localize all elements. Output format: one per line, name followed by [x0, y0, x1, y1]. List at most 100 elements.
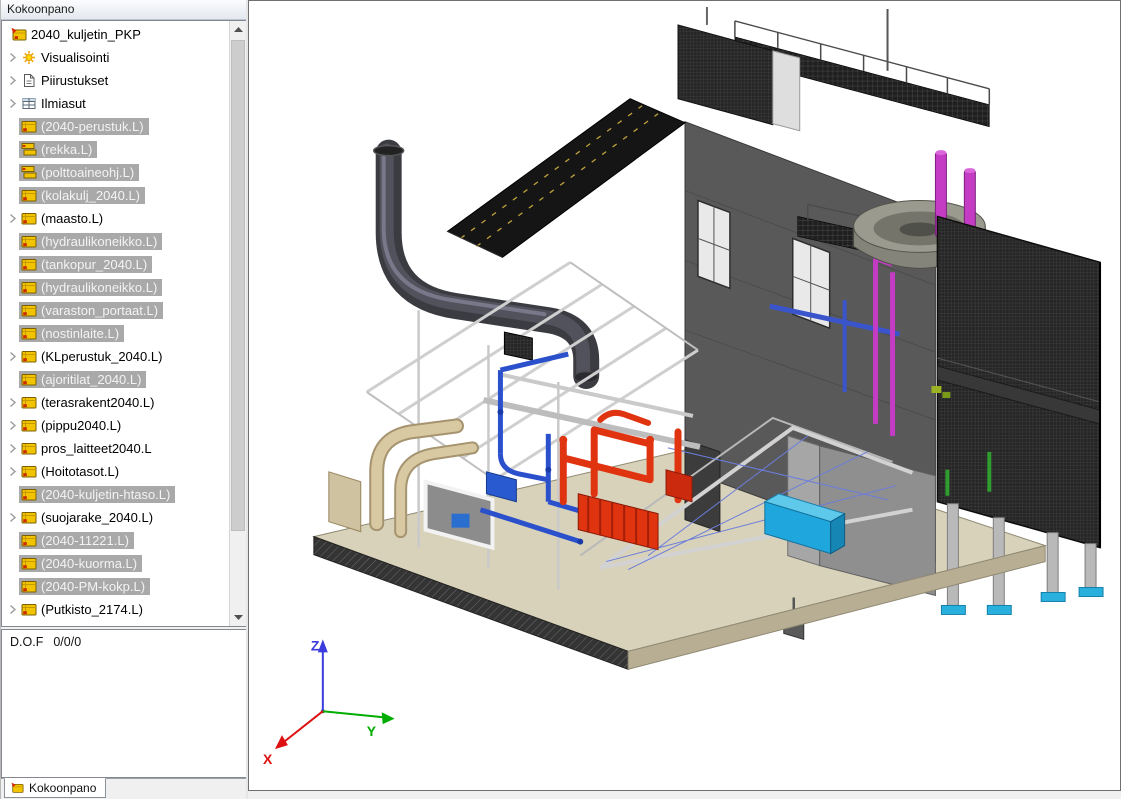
arrow-down-icon	[234, 615, 243, 620]
tree-item[interactable]: (rekka.L)	[2, 138, 229, 161]
tree-item-label: (Putkisto_2174.L)	[41, 602, 143, 617]
axis-y	[323, 711, 383, 717]
axis-x-label: X	[263, 751, 273, 767]
expand-arrow-icon[interactable]	[8, 351, 18, 362]
panel-title: Kokoonpano	[1, 0, 247, 20]
assembly-panel: Kokoonpano 2040_kuljetin_PKP Visualisoin…	[0, 0, 246, 799]
expand-arrow-icon[interactable]	[8, 75, 18, 86]
assembly-icon	[21, 533, 37, 548]
tree-item[interactable]: Piirustukset	[2, 69, 229, 92]
tree-root-item[interactable]: 2040_kuljetin_PKP	[2, 23, 229, 46]
tree-item-label: (hydraulikoneikko.L)	[41, 280, 157, 295]
tree-item[interactable]: (Putkisto_2174.L)	[2, 598, 229, 621]
tree-item[interactable]: Ilmiasut	[2, 92, 229, 115]
assembly-tab-icon	[11, 782, 24, 794]
tree-item[interactable]: (varaston_portaat.L)	[2, 299, 229, 322]
tree-item[interactable]: (kolakulj_2040.L)	[2, 184, 229, 207]
tree-item[interactable]: (2040-PM-kokp.L)	[2, 575, 229, 598]
tree-item-label: (2040-kuorma.L)	[41, 556, 137, 571]
assembly-multi-icon	[21, 165, 37, 180]
tree-item[interactable]: (hydraulikoneikko.L)	[2, 276, 229, 299]
assembly-icon	[21, 556, 37, 571]
drawings-icon	[21, 73, 37, 88]
tree-item-label: (polttoaineohj.L)	[41, 165, 134, 180]
tree-item-label: (KLperustuk_2040.L)	[41, 349, 162, 364]
tree-item[interactable]: (hydraulikoneikko.L)	[2, 230, 229, 253]
expand-arrow-icon[interactable]	[8, 98, 18, 109]
expand-arrow-icon[interactable]	[8, 420, 18, 431]
assembly-icon	[21, 487, 37, 502]
tree-item-label: Piirustukset	[41, 73, 108, 88]
tree-item-label: (rekka.L)	[41, 142, 92, 157]
tree-item[interactable]: (Hoitotasot.L)	[2, 460, 229, 483]
axis-y-label: Y	[367, 723, 377, 739]
axis-triad: Z Y X	[263, 637, 395, 767]
tree-item[interactable]: (terasrakent2040.L)	[2, 391, 229, 414]
3d-scene: Z Y X	[249, 1, 1120, 790]
axis-x	[285, 711, 323, 741]
tree-item[interactable]: (KLperustuk_2040.L)	[2, 345, 229, 368]
mesh-tower	[678, 7, 800, 131]
building-roof	[448, 99, 685, 258]
assembly-icon	[21, 464, 37, 479]
assembly-icon	[21, 372, 37, 387]
tree-item[interactable]: (2040-perustuk.L)	[2, 115, 229, 138]
assembly-icon	[21, 510, 37, 525]
assembly-icon	[21, 211, 37, 226]
scrollbar-thumb[interactable]	[231, 40, 245, 531]
arrow-up-icon	[234, 27, 243, 32]
tree-item[interactable]: (ajoritilat_2040.L)	[2, 368, 229, 391]
tree-content: 2040_kuljetin_PKP Visualisointi Piirustu…	[2, 21, 229, 626]
tree-root-label: 2040_kuljetin_PKP	[31, 27, 141, 42]
expand-arrow-icon[interactable]	[8, 52, 18, 63]
expand-arrow-icon[interactable]	[8, 397, 18, 408]
assembly-root-icon	[11, 27, 27, 42]
tree-item[interactable]: (nostinlaite.L)	[2, 322, 229, 345]
tree-item-label: (maasto.L)	[41, 211, 103, 226]
tree-item-label: (nostinlaite.L)	[41, 326, 119, 341]
assembly-icon	[21, 602, 37, 617]
tree-item[interactable]: pros_laitteet2040.L	[2, 437, 229, 460]
expand-arrow-icon[interactable]	[8, 466, 18, 477]
axis-z-label: Z	[311, 637, 320, 653]
tab-label: Kokoonpano	[29, 781, 96, 795]
assembly-icon	[21, 119, 37, 134]
3d-viewport[interactable]: Z Y X	[248, 0, 1121, 791]
tree-item-label: (2040-perustuk.L)	[41, 119, 144, 134]
tree-item-label: (2040-PM-kokp.L)	[41, 579, 145, 594]
tree-item-label: Visualisointi	[41, 50, 109, 65]
tree-item-label: (kolakulj_2040.L)	[41, 188, 140, 203]
scroll-down-button[interactable]	[230, 609, 246, 626]
cad-window: Kokoonpano 2040_kuljetin_PKP Visualisoin…	[0, 0, 1121, 799]
tree-item[interactable]: (suojarake_2040.L)	[2, 506, 229, 529]
tree-item-label: (hydraulikoneikko.L)	[41, 234, 157, 249]
tree-item-label: Ilmiasut	[41, 96, 86, 111]
tree-item[interactable]: (maasto.L)	[2, 207, 229, 230]
expand-arrow-icon[interactable]	[8, 443, 18, 454]
tree-item[interactable]: Visualisointi	[2, 46, 229, 69]
tree-item[interactable]: (pippu2040.L)	[2, 414, 229, 437]
tree-item[interactable]: (polttoaineohj.L)	[2, 161, 229, 184]
tree-item[interactable]: (2040-kuorma.L)	[2, 552, 229, 575]
tree-item[interactable]: (tankopur_2040.L)	[2, 253, 229, 276]
scroll-up-button[interactable]	[230, 21, 246, 38]
expand-arrow-icon[interactable]	[8, 213, 18, 224]
tree-item[interactable]: (2040-kuljetin-htaso.L)	[2, 483, 229, 506]
tree-item-partial[interactable]	[2, 621, 229, 626]
tree-item-list: Visualisointi Piirustukset Ilmiasut (204…	[2, 46, 229, 626]
assembly-icon	[21, 349, 37, 364]
mesh-box	[504, 332, 532, 360]
tree-scrollbar[interactable]	[229, 21, 246, 626]
expand-arrow-icon[interactable]	[8, 512, 18, 523]
assembly-icon	[21, 234, 37, 249]
dof-value: 0/0/0	[53, 635, 81, 649]
assembly-icon	[21, 280, 37, 295]
tree-item-label: (2040-11221.L)	[41, 533, 129, 548]
assembly-tree: 2040_kuljetin_PKP Visualisointi Piirustu…	[1, 20, 247, 627]
tree-item[interactable]: (2040-11221.L)	[2, 529, 229, 552]
expand-arrow-icon[interactable]	[8, 604, 18, 615]
assembly-icon	[21, 625, 37, 626]
scrollbar-track[interactable]	[230, 38, 246, 609]
tree-item-label: (tankopur_2040.L)	[41, 257, 147, 272]
tab-kokoonpano[interactable]: Kokoonpano	[4, 778, 106, 798]
